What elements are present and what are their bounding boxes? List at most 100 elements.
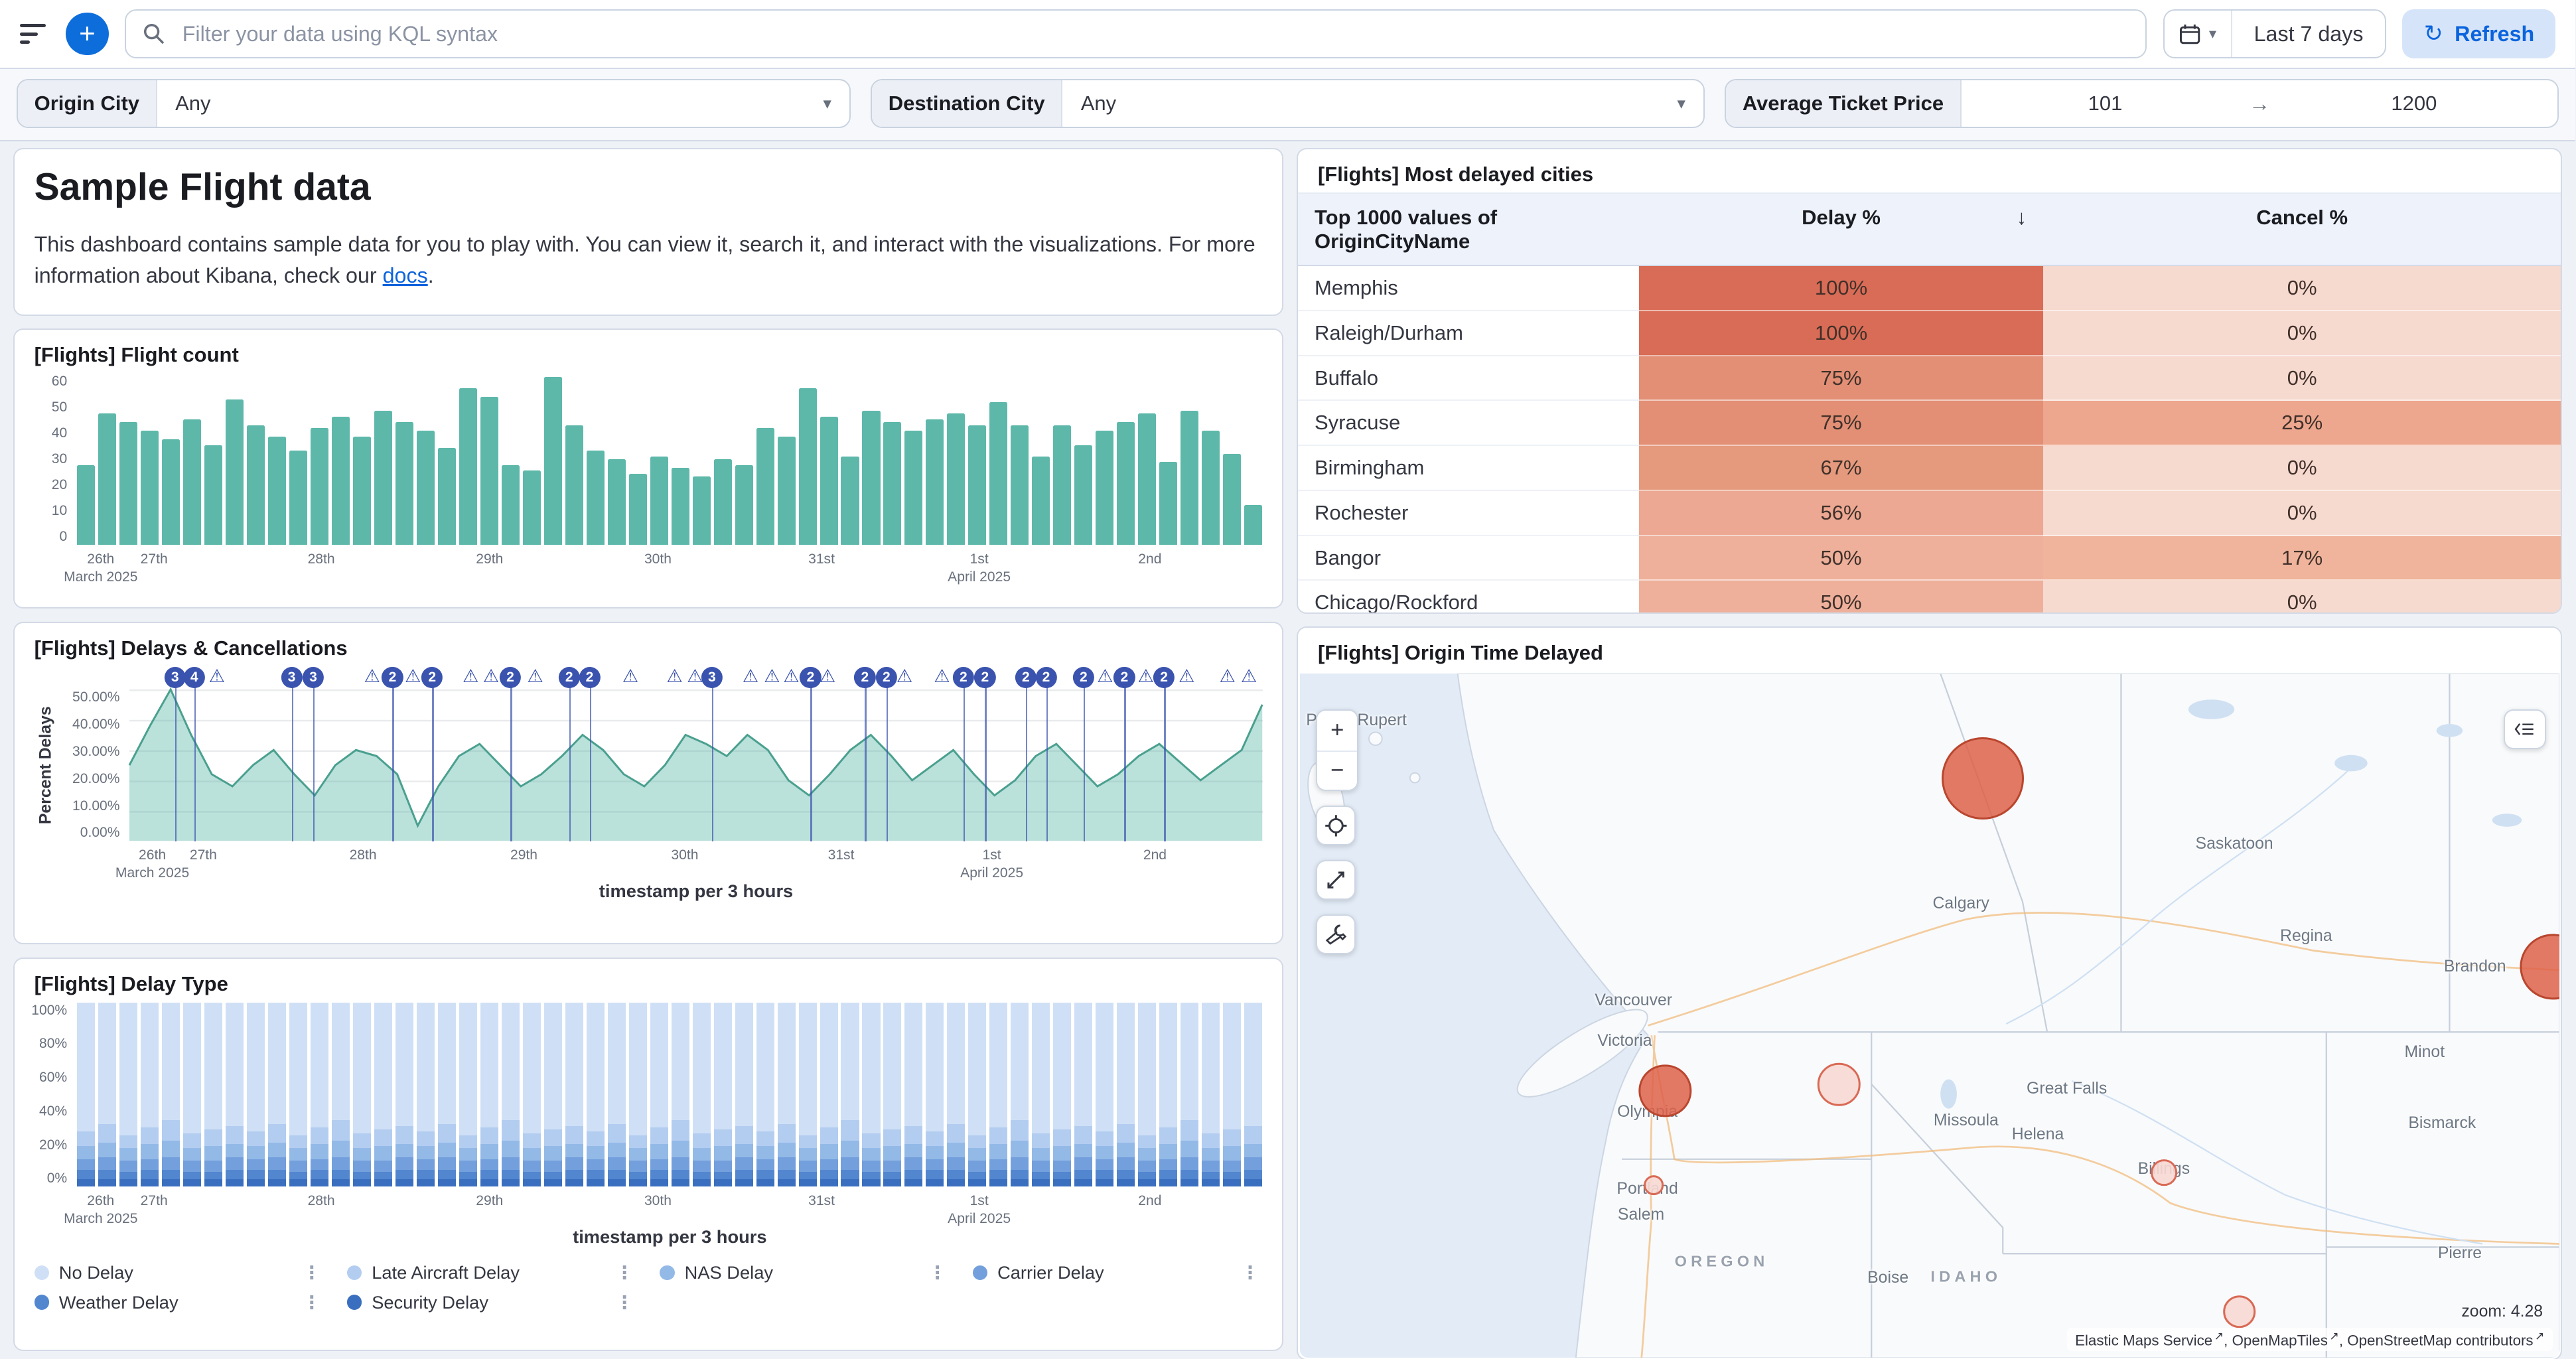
column-origin-city[interactable]: Top 1000 values of OriginCityName [1298,194,1639,265]
legend-menu-icon[interactable]: ⋮ [299,1262,324,1283]
delay-type-bar[interactable] [968,1003,986,1187]
annotation-badge[interactable]: 2 [382,667,403,688]
annotation-badge[interactable]: 2 [974,667,995,688]
cancel-cell[interactable]: 0% [2043,356,2561,401]
delay-type-bar[interactable] [226,1003,244,1187]
flight-count-bar[interactable] [926,419,944,545]
refresh-button[interactable]: ↻ Refresh [2402,9,2555,58]
delay-type-bar[interactable] [374,1003,392,1187]
delay-type-bar[interactable] [1138,1003,1156,1187]
annotation-warning-icon[interactable]: ⚠ [934,665,950,688]
annotation-badge[interactable]: 3 [701,667,723,688]
annotation-badge[interactable]: 3 [281,667,302,688]
delay-type-bar[interactable] [1181,1003,1198,1187]
calendar-dropdown-button[interactable]: ▾ [2165,11,2232,57]
legend-label[interactable]: Weather Delay [59,1292,289,1313]
legend-item[interactable]: Security Delay⋮ [347,1292,637,1313]
delay-type-bar[interactable] [735,1003,753,1187]
delay-type-bar[interactable] [1011,1003,1029,1187]
delay-cell[interactable]: 67% [1639,446,2043,491]
delay-type-bar[interactable] [183,1003,201,1187]
annotation-warning-icon[interactable]: ⚠ [1219,665,1235,688]
delay-type-bar[interactable] [565,1003,583,1187]
ticket-price-max[interactable]: 1200 [2270,92,2557,115]
delay-type-bar[interactable] [587,1003,605,1187]
delay-type-bar[interactable] [904,1003,922,1187]
delay-type-bar[interactable] [693,1003,711,1187]
legend-label[interactable]: NAS Delay [685,1262,915,1283]
delay-type-bar[interactable] [1032,1003,1050,1187]
flight-count-bar[interactable] [204,445,222,545]
annotation-badge[interactable]: 2 [579,667,600,688]
column-cancel-pct[interactable]: Cancel % [2043,194,2561,265]
annotation-warning-icon[interactable]: ⚠ [1097,665,1113,688]
legend-item[interactable]: Carrier Delay⋮ [973,1262,1263,1283]
legend-menu-icon[interactable]: ⋮ [925,1262,950,1283]
delay-type-chart[interactable] [77,1003,1263,1187]
ticket-price-range-filter[interactable]: Average Ticket Price 101 → 1200 [1725,79,2559,128]
flight-count-bar[interactable] [608,459,626,545]
flight-count-bar[interactable] [587,451,605,545]
cancel-cell[interactable]: 0% [2043,446,2561,491]
map-zoom-out-button[interactable]: − [1317,751,1357,790]
annotation-warning-icon[interactable]: ⚠ [463,665,478,688]
delay-type-bar[interactable] [778,1003,796,1187]
flight-count-bar[interactable] [650,457,668,545]
delay-type-bar[interactable] [438,1003,456,1187]
cancel-cell[interactable]: 0% [2043,266,2561,311]
flight-count-bar[interactable] [1032,457,1050,545]
annotation-warning-icon[interactable]: ⚠ [783,665,799,688]
flight-count-bar[interactable] [841,457,859,545]
flight-count-bar[interactable] [629,474,647,545]
delay-type-bar[interactable] [989,1003,1007,1187]
flight-count-bar[interactable] [98,413,116,545]
map-attribution-link[interactable]: OpenStreetMap contributors [2347,1332,2533,1349]
annotation-badge[interactable]: 2 [421,667,443,688]
cancel-cell[interactable]: 0% [2043,491,2561,536]
annotation-warning-icon[interactable]: ⚠ [527,665,543,688]
delay-type-bar[interactable] [1053,1003,1071,1187]
map-bubble[interactable] [1942,737,2024,820]
cancel-cell[interactable]: 0% [2043,311,2561,356]
annotation-warning-icon[interactable]: ⚠ [820,665,835,688]
delay-cell[interactable]: 100% [1639,266,2043,311]
flight-count-chart[interactable] [77,374,1263,545]
map-bubble[interactable] [2223,1295,2256,1328]
delay-type-bar[interactable] [289,1003,307,1187]
flight-count-bar[interactable] [672,468,689,545]
flight-count-bar[interactable] [353,437,371,545]
map-fit-bounds-button[interactable] [1316,860,1356,900]
map-zoom-in-button[interactable]: + [1317,711,1357,751]
delay-type-bar[interactable] [98,1003,116,1187]
annotation-warning-icon[interactable]: ⚠ [1241,665,1257,688]
delay-type-bar[interactable] [395,1003,413,1187]
flight-count-bar[interactable] [141,431,159,545]
delay-type-bar[interactable] [947,1003,965,1187]
delay-type-bar[interactable] [204,1003,222,1187]
flight-count-bar[interactable] [523,470,541,545]
map-attribution-link[interactable]: OpenMapTiles [2232,1332,2328,1349]
sort-descending-icon[interactable]: ↓ [2017,206,2027,230]
flight-count-bar[interactable] [502,465,520,545]
flight-count-bar[interactable] [714,459,732,545]
annotation-warning-icon[interactable]: ⚠ [764,665,780,688]
annotation-warning-icon[interactable]: ⚠ [1138,665,1154,688]
docs-link[interactable]: docs [383,263,428,287]
delay-type-bar[interactable] [1202,1003,1220,1187]
delay-type-bar[interactable] [799,1003,817,1187]
flight-count-bar[interactable] [1053,425,1071,545]
flight-count-bar[interactable] [417,431,435,545]
flight-count-bar[interactable] [1202,431,1220,545]
destination-city-filter[interactable]: Destination City Any ▾ [871,79,1705,128]
delay-type-bar[interactable] [417,1003,435,1187]
flight-count-bar[interactable] [247,425,265,545]
annotation-warning-icon[interactable]: ⚠ [483,665,499,688]
city-cell[interactable]: Syracuse [1298,401,1639,446]
annotation-warning-icon[interactable]: ⚠ [405,665,421,688]
delay-type-bar[interactable] [714,1003,732,1187]
flight-count-bar[interactable] [1138,413,1156,545]
delay-type-bar[interactable] [862,1003,880,1187]
flight-count-bar[interactable] [883,422,901,545]
delay-cell[interactable]: 75% [1639,401,2043,446]
flight-count-bar[interactable] [989,402,1007,545]
